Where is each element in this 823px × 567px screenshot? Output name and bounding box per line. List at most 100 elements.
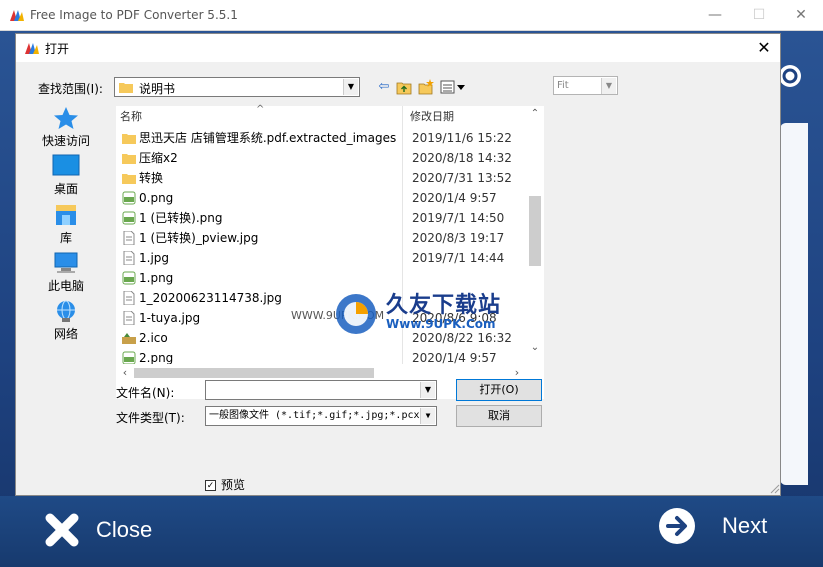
place-label: 网络: [53, 327, 78, 341]
png-file-icon: [122, 191, 136, 205]
file-date: 2019/11/6 15:22: [412, 131, 512, 145]
filetype-dropdown[interactable]: 一般图像文件 (*.tif;*.gif;*.jpg;*.pcx ▼: [205, 406, 437, 426]
folder-icon: [119, 83, 133, 93]
place-library[interactable]: 库: [34, 203, 98, 246]
app-title: Free Image to PDF Converter 5.5.1: [30, 8, 238, 22]
look-in-label: 查找范围(I):: [38, 82, 103, 96]
preview-checkbox[interactable]: ✓ 预览: [205, 476, 245, 493]
next-arrow-icon[interactable]: [658, 507, 696, 545]
new-folder-icon[interactable]: [418, 79, 434, 95]
dialog-logo-icon: [25, 43, 39, 54]
file-row[interactable]: 压缩x2 2020/8/18 14:32: [116, 148, 526, 168]
jpg-file-icon: [123, 291, 135, 305]
place-label: 快速访问: [41, 134, 90, 148]
close-button[interactable]: Close: [96, 517, 152, 543]
file-date: 2020/7/31 13:52: [412, 171, 512, 185]
library-icon: [56, 205, 76, 225]
cancel-button[interactable]: 取消: [456, 405, 542, 427]
horizontal-scroll-thumb[interactable]: [134, 368, 374, 378]
file-date: 2019/7/1 14:50: [412, 211, 505, 225]
jpg-file-icon: [123, 251, 135, 265]
folder-icon: [122, 174, 136, 184]
file-row[interactable]: 思迅天店 店铺管理系统.pdf.extracted_images 2019/11/…: [116, 128, 526, 148]
place-desktop[interactable]: 桌面: [34, 154, 98, 197]
vertical-scrollbar[interactable]: ⌃ ⌄: [526, 106, 544, 364]
watermark: WWW.9UPK.COM 久友下载站 Www.9UPK.Com: [291, 287, 521, 347]
close-x-icon[interactable]: [44, 512, 80, 548]
file-date: 2019/7/1 14:44: [412, 251, 505, 265]
watermark-brand: 久友下载站: [386, 293, 502, 318]
file-row[interactable]: 1.png: [116, 268, 526, 288]
chevron-down-icon[interactable]: ▼: [420, 408, 435, 424]
file-name: 0.png: [139, 191, 174, 205]
scroll-down-icon[interactable]: ⌄: [526, 342, 544, 353]
scroll-left-icon[interactable]: ‹: [116, 364, 134, 382]
place-this-pc[interactable]: 此电脑: [34, 251, 98, 294]
column-header-date[interactable]: 修改日期: [410, 106, 454, 128]
chevron-down-icon[interactable]: ▼: [343, 79, 358, 95]
file-row[interactable]: 1.jpg 2019/7/1 14:44: [116, 248, 526, 268]
up-folder-icon[interactable]: [396, 79, 412, 95]
minimize-button[interactable]: —: [700, 5, 730, 25]
zoom-value: Fit: [557, 80, 569, 91]
dialog-client: 查找范围(I): 说明书 ▼ ⇦ Fit ▼ 快速访问 桌面 库 此电脑 网络 …: [16, 62, 780, 495]
png-file-icon: [122, 351, 136, 365]
places-bar: 快速访问 桌面 库 此电脑 网络: [34, 106, 98, 351]
file-date: 2020/8/3 19:17: [412, 231, 505, 245]
folder-icon: [122, 154, 136, 164]
place-quick-access[interactable]: 快速访问: [34, 106, 98, 149]
look-in-value: 说明书: [139, 82, 176, 96]
desktop-icon: [52, 154, 80, 176]
place-network[interactable]: 网络: [34, 299, 98, 342]
star-icon: [54, 107, 78, 129]
file-name: 转换: [139, 171, 164, 185]
filetype-value: 一般图像文件 (*.tif;*.gif;*.jpg;*.pcx: [209, 410, 420, 421]
chevron-down-icon[interactable]: ▼: [601, 78, 616, 94]
app-close-button[interactable]: ✕: [786, 5, 816, 25]
watermark-url: Www.9UPK.Com: [386, 317, 496, 331]
png-file-icon: [122, 211, 136, 225]
zoom-dropdown[interactable]: Fit ▼: [553, 76, 618, 95]
jpg-file-icon: [123, 231, 135, 245]
file-name: 1.jpg: [139, 251, 170, 265]
place-label: 此电脑: [47, 279, 84, 293]
file-list[interactable]: 名称 ^ 修改日期 思迅天店 店铺管理系统.pdf.extracted_imag…: [116, 104, 544, 399]
png-file-icon: [122, 271, 136, 285]
jpg-file-icon: [123, 311, 135, 325]
chevron-down-icon[interactable]: ▼: [420, 382, 435, 398]
dialog-title: 打开: [45, 42, 70, 56]
view-menu-icon[interactable]: [440, 79, 468, 95]
file-date: 2020/8/18 14:32: [412, 151, 512, 165]
file-row[interactable]: 0.png 2020/1/4 9:57: [116, 188, 526, 208]
file-name: 思迅天店 店铺管理系统.pdf.extracted_images: [139, 131, 397, 145]
next-button[interactable]: Next: [722, 513, 767, 539]
ico-file-icon: [122, 333, 136, 344]
vertical-scroll-thumb[interactable]: [529, 196, 541, 266]
open-button[interactable]: 打开(O): [456, 379, 542, 401]
filename-label: 文件名(N):: [116, 386, 175, 400]
sort-caret-icon: ^: [256, 104, 265, 115]
scroll-up-icon[interactable]: ⌃: [526, 108, 544, 119]
place-label: 库: [59, 231, 72, 245]
file-name: 1 (已转换)_pview.jpg: [139, 231, 259, 245]
column-header-name[interactable]: 名称: [120, 106, 142, 128]
place-label: 桌面: [53, 182, 78, 196]
app-logo-icon: [10, 10, 24, 21]
dialog-close-button[interactable]: ✕: [752, 36, 776, 60]
checkbox-box[interactable]: ✓: [205, 480, 216, 491]
look-in-dropdown[interactable]: 说明书 ▼: [114, 77, 360, 97]
network-icon: [57, 300, 75, 322]
right-side-panel: [780, 123, 808, 485]
file-name: 1 (已转换).png: [139, 211, 223, 225]
help-icon[interactable]: [778, 64, 802, 88]
file-name: 1.png: [139, 271, 174, 285]
open-dialog: 打开 ✕ 查找范围(I): 说明书 ▼ ⇦ Fit ▼ 快速访问 桌面 库 此电…: [15, 33, 781, 496]
back-arrow-icon[interactable]: ⇦: [376, 79, 392, 95]
filetype-label: 文件类型(T):: [116, 411, 185, 425]
file-row[interactable]: 转换 2020/7/31 13:52: [116, 168, 526, 188]
filename-input[interactable]: ▼: [205, 380, 437, 400]
file-row[interactable]: 1 (已转换)_pview.jpg 2020/8/3 19:17: [116, 228, 526, 248]
file-row[interactable]: 1 (已转换).png 2019/7/1 14:50: [116, 208, 526, 228]
maximize-button[interactable]: ☐: [744, 5, 774, 25]
resize-grip-icon[interactable]: [768, 482, 780, 494]
